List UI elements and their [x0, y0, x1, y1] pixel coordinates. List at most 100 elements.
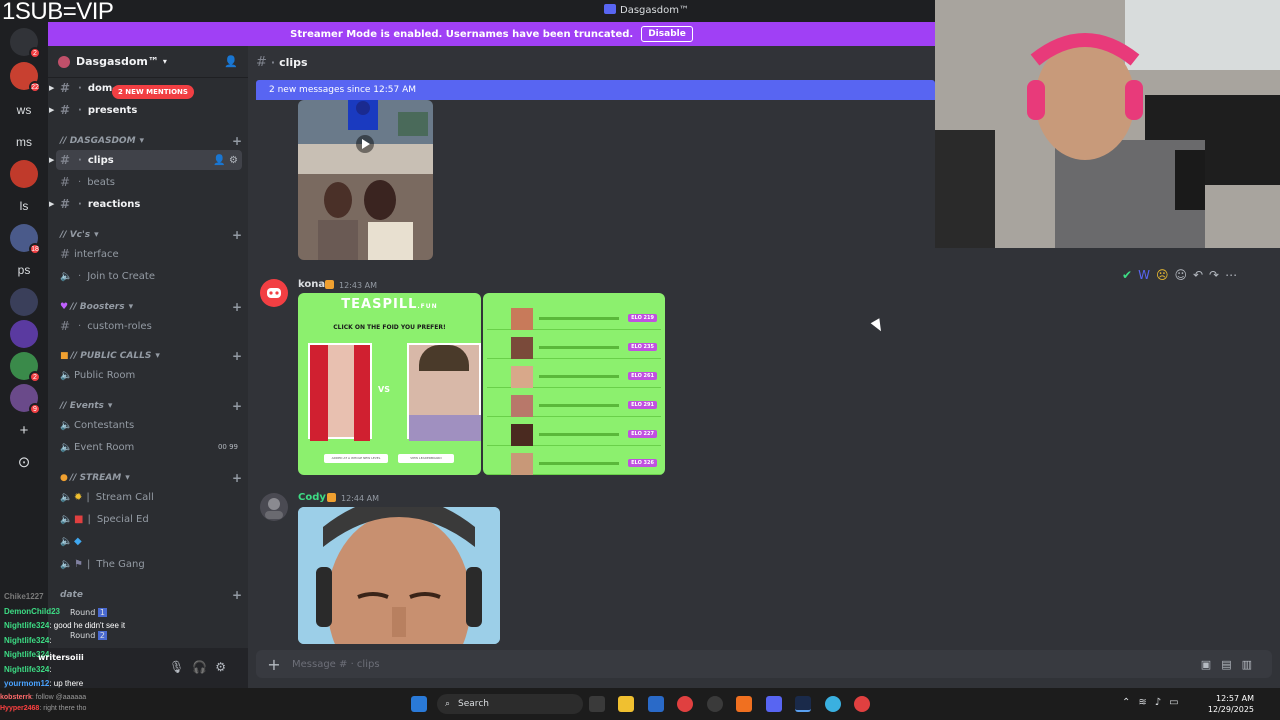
gift-icon[interactable]: ▣: [1201, 658, 1221, 671]
channel-reactions[interactable]: ▶ # · reactions: [49, 194, 242, 214]
more-options-icon[interactable]: ⋯: [1225, 268, 1243, 282]
add-channel-icon[interactable]: +: [232, 300, 242, 314]
camera-icon: ●: [60, 473, 68, 483]
server-icon[interactable]: ps: [10, 256, 38, 284]
channel-interface[interactable]: # interface: [56, 244, 242, 264]
disable-button[interactable]: Disable: [641, 26, 693, 42]
channel-stream-call[interactable]: 🔈 ✹ | Stream Call: [56, 487, 242, 507]
server-icon[interactable]: 2: [10, 352, 41, 383]
app-icon[interactable]: [707, 696, 723, 712]
server-icon[interactable]: 2: [10, 28, 41, 59]
role-badge-icon: [325, 280, 334, 289]
add-member-icon[interactable]: 👤: [224, 55, 238, 68]
add-channel-icon[interactable]: +: [232, 349, 242, 363]
server-icon[interactable]: 9: [10, 384, 41, 415]
new-messages-bar[interactable]: 2 new messages since 12:57 AM: [256, 80, 935, 100]
message-author[interactable]: Cody: [298, 492, 326, 503]
store-icon[interactable]: [648, 696, 664, 712]
channel-clips[interactable]: ▶ # · clips 👤 ⚙: [49, 150, 242, 170]
server-icon[interactable]: ws: [10, 96, 38, 124]
server-icon[interactable]: 18: [10, 224, 41, 255]
video-attachment[interactable]: [298, 100, 433, 260]
check-reaction-icon[interactable]: ✔: [1122, 268, 1138, 282]
channel-the-gang[interactable]: 🔈 ⚑ | The Gang: [56, 554, 242, 574]
steam-icon[interactable]: [795, 696, 811, 712]
channel-presents[interactable]: ▶ # · presents: [49, 100, 242, 120]
add-reaction-icon[interactable]: ☺: [1174, 268, 1193, 282]
image-attachment-teaspill[interactable]: TEASPILL.FUN CLICK ON THE FOID YOU PREFE…: [298, 293, 481, 475]
category-boosters[interactable]: ♥// Boosters ▾ +: [60, 299, 242, 315]
discord-taskbar-icon[interactable]: [766, 696, 782, 712]
category-events[interactable]: // Events ▾ +: [60, 398, 242, 414]
taskbar-overlay-chat: kobsterrk: follow @aaaaaa Hyyper2468: ri…: [0, 694, 87, 712]
new-mentions-pill[interactable]: 2 NEW MENTIONS: [112, 85, 194, 99]
teaspill-button-b: VIEW LEADERBOARD: [398, 454, 454, 463]
leaderboard-stats: [539, 433, 619, 436]
guild-header[interactable]: Dasgasdom™ ▾ 👤: [48, 46, 248, 78]
image-attachment-leaderboard[interactable]: ELO 219 ELO 235 ELO 261 ELO 291 ELO 227 ELO 3…: [483, 293, 665, 475]
system-tray[interactable]: ⌃≋♪▭: [1122, 697, 1187, 708]
explore-icon[interactable]: ⊙: [10, 448, 38, 476]
red-square-icon: ■: [74, 513, 84, 525]
server-icon[interactable]: 22: [10, 62, 41, 93]
reply-icon[interactable]: ↶: [1193, 268, 1209, 282]
category-public-calls[interactable]: ■// PUBLIC CALLS ▾ +: [60, 348, 242, 364]
channel-custom-roles[interactable]: # · custom-roles: [56, 316, 242, 336]
app-icon-orange[interactable]: [736, 696, 752, 712]
channel-contestants[interactable]: 🔈 Contestants: [56, 415, 242, 435]
leaderboard-stats: [539, 462, 619, 465]
guild-icon: [58, 55, 70, 68]
taskbar-clock[interactable]: 12:57 AM 12/29/2025: [1208, 693, 1254, 715]
add-channel-icon[interactable]: +: [232, 228, 242, 242]
add-server-icon[interactable]: +: [10, 416, 38, 444]
category-stream[interactable]: ●// STREAM ▾ +: [60, 470, 242, 486]
forward-icon[interactable]: ↷: [1209, 268, 1225, 282]
gif-icon[interactable]: ▤: [1221, 658, 1241, 671]
server-icon[interactable]: [10, 320, 38, 348]
chevron-down-icon: ▾: [107, 401, 113, 411]
channel-gem[interactable]: 🔈 ◆: [56, 531, 242, 551]
task-view-icon[interactable]: [589, 696, 605, 712]
channel-settings-icons[interactable]: 👤 ⚙: [213, 155, 238, 166]
file-explorer-icon[interactable]: [618, 696, 634, 712]
category-dasgasdom[interactable]: // DASGASDOM ▾ +: [60, 133, 242, 149]
taskbar: kobsterrk: follow @aaaaaa Hyyper2468: ri…: [0, 688, 1280, 720]
leaderboard-row: ELO 261: [487, 366, 661, 388]
avatar[interactable]: [260, 493, 288, 521]
chrome-icon[interactable]: [677, 696, 693, 712]
message-author[interactable]: kona: [298, 279, 325, 290]
role-badge-icon: [327, 493, 336, 502]
browser-icon[interactable]: [825, 696, 841, 712]
banner-text: Streamer Mode is enabled. Usernames have…: [290, 28, 634, 40]
message-composer[interactable]: + Message # · clips ▣▤▥: [256, 650, 1272, 678]
avatar[interactable]: [260, 279, 288, 307]
server-icon[interactable]: [10, 160, 38, 188]
channel-event-room[interactable]: 🔈 Event Room 00 99: [56, 437, 242, 457]
channel-beats[interactable]: # · beats: [56, 172, 242, 192]
volume-icon: ♪: [1154, 697, 1170, 708]
server-badge: 2: [29, 47, 41, 59]
sticker-icon[interactable]: ▥: [1242, 658, 1262, 671]
chrome-icon-2[interactable]: [854, 696, 870, 712]
leaderboard-photo: [511, 308, 533, 330]
image-attachment-face[interactable]: [298, 507, 500, 644]
windows-start-icon[interactable]: [411, 696, 427, 712]
channel-public-room[interactable]: 🔈 Public Room: [56, 365, 242, 385]
category-vcs[interactable]: // Vc's ▾ +: [60, 227, 242, 243]
message-input[interactable]: Message # · clips: [292, 659, 380, 670]
taskbar-search[interactable]: ⌕ Search: [437, 694, 583, 714]
channel-special-ed[interactable]: 🔈 ■ | Special Ed: [56, 509, 242, 529]
server-icon[interactable]: ms: [10, 128, 38, 156]
lock-icon: ■: [60, 351, 69, 361]
emoji-reaction-icon[interactable]: ☹: [1156, 268, 1175, 282]
add-channel-icon[interactable]: +: [232, 471, 242, 485]
server-icon[interactable]: ls: [10, 192, 38, 220]
w-reaction-icon[interactable]: W: [1138, 268, 1156, 282]
channel-join-to-create[interactable]: 🔈 · Join to Create: [56, 266, 242, 286]
server-icon[interactable]: [10, 288, 38, 316]
add-channel-icon[interactable]: +: [232, 134, 242, 148]
gem-icon: ◆: [74, 535, 82, 547]
face-photo: [298, 507, 500, 644]
add-channel-icon[interactable]: +: [232, 399, 242, 413]
add-attachment-icon[interactable]: +: [256, 655, 292, 674]
